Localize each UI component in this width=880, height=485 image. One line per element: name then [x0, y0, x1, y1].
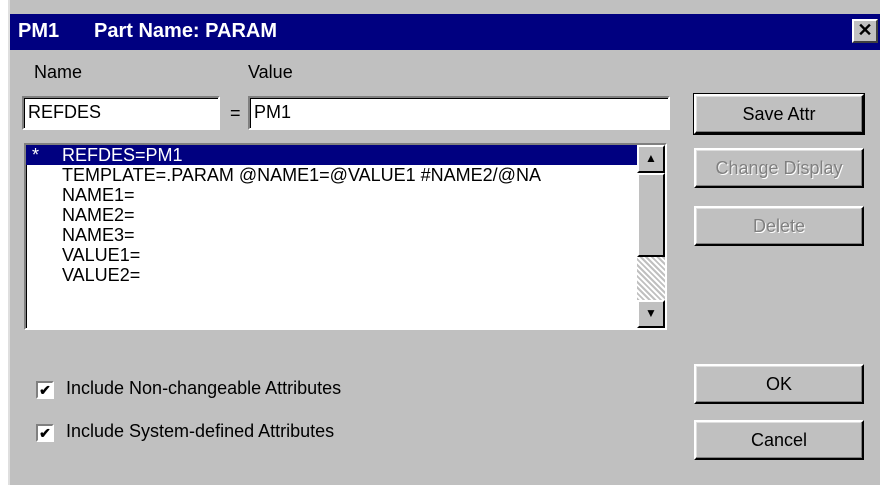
checkmark-icon: ✔ [39, 382, 51, 398]
delete-button[interactable]: Delete [694, 206, 864, 246]
attribute-list-items: * REFDES=PM1 TEMPLATE=.PARAM @NAME1=@VALUE… [26, 145, 637, 328]
scroll-up-button[interactable]: ▲ [637, 145, 665, 173]
checkmark-icon: ✔ [39, 425, 51, 441]
list-item-text: NAME3= [62, 225, 135, 245]
list-item[interactable]: NAME1= [26, 185, 637, 205]
list-item[interactable]: * REFDES=PM1 [26, 145, 637, 165]
list-item[interactable]: VALUE1= [26, 245, 637, 265]
window-title-name: Part Name: PARAM [94, 20, 277, 42]
cancel-button[interactable]: Cancel [694, 420, 864, 460]
name-input[interactable]: REFDES [22, 96, 220, 130]
list-item-text: VALUE2= [62, 265, 141, 285]
list-item[interactable]: NAME2= [26, 205, 637, 225]
nonchangeable-checkbox[interactable]: ✔ [36, 381, 54, 399]
arrow-up-icon: ▲ [645, 151, 657, 165]
list-item-text: VALUE1= [62, 245, 141, 265]
list-item-marker: * [32, 145, 40, 165]
list-item-text: REFDES=PM1 [62, 145, 183, 165]
change-display-button[interactable]: Change Display [694, 148, 864, 188]
value-label: Value [248, 62, 293, 82]
list-item[interactable]: NAME3= [26, 225, 637, 245]
scroll-thumb[interactable] [637, 173, 665, 257]
list-item[interactable]: TEMPLATE=.PARAM @NAME1=@VALUE1 #NAME2/@N… [26, 165, 637, 185]
value-input[interactable]: PM1 [248, 96, 670, 130]
list-item-text: NAME1= [62, 185, 135, 205]
system-defined-label[interactable]: Include System-defined Attributes [66, 421, 334, 442]
scroll-track[interactable] [637, 257, 665, 300]
close-icon: ✕ [857, 20, 873, 40]
system-defined-checkbox[interactable]: ✔ [36, 424, 54, 442]
arrow-down-icon: ▼ [645, 306, 657, 320]
title-bar[interactable]: PM1 Part Name: PARAM ✕ [10, 14, 880, 50]
list-item-text: NAME2= [62, 205, 135, 225]
attribute-dialog: PM1 Part Name: PARAM ✕ Name Value REFDES… [8, 0, 880, 485]
nonchangeable-label[interactable]: Include Non-changeable Attributes [66, 378, 341, 399]
vertical-scrollbar[interactable]: ▲ ▼ [637, 145, 665, 328]
window-title-part: PM1 [18, 20, 60, 42]
list-item-text: TEMPLATE=.PARAM @NAME1=@VALUE1 #NAME2/@N… [62, 165, 541, 185]
ok-button[interactable]: OK [694, 364, 864, 404]
save-attr-button[interactable]: Save Attr [693, 93, 865, 135]
scroll-down-button[interactable]: ▼ [637, 300, 665, 328]
equals-sign: = [230, 103, 241, 123]
name-label: Name [34, 62, 83, 82]
list-item[interactable]: VALUE2= [26, 265, 637, 285]
close-button[interactable]: ✕ [852, 19, 878, 43]
attribute-list[interactable]: * REFDES=PM1 TEMPLATE=.PARAM @NAME1=@VALUE… [24, 143, 667, 330]
